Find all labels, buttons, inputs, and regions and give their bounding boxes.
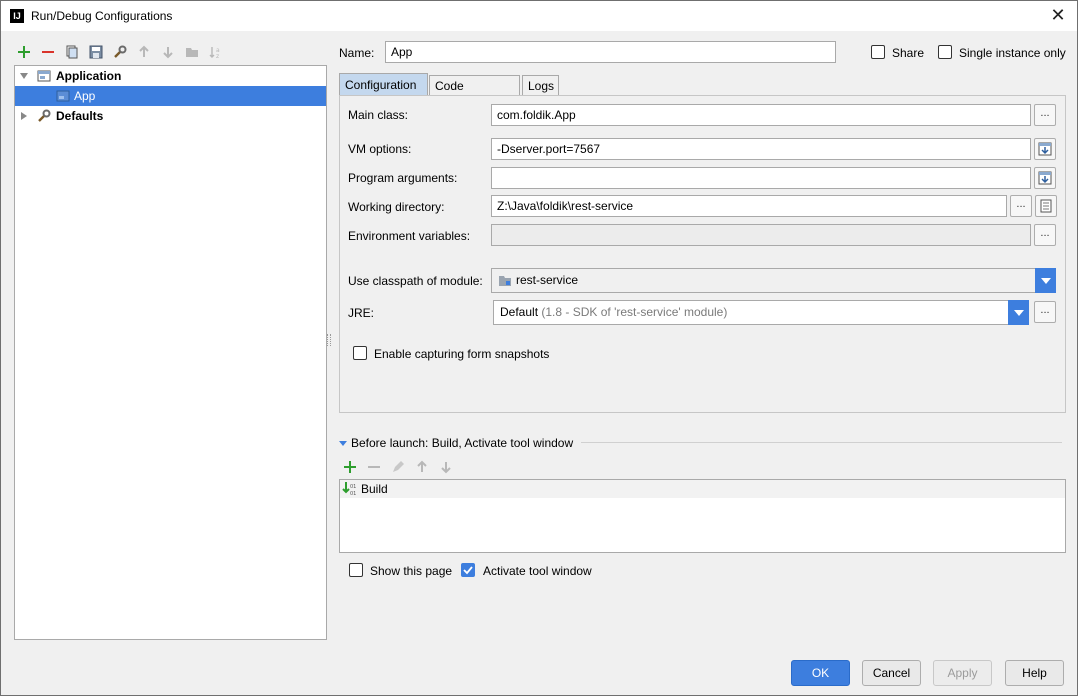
arrow-up-icon	[415, 459, 429, 475]
copy-icon[interactable]	[63, 43, 81, 61]
help-button[interactable]: Help	[1005, 660, 1064, 686]
window-title: Run/Debug Configurations	[31, 9, 173, 23]
env-vars-label: Environment variables:	[348, 229, 471, 243]
divider	[581, 442, 1062, 443]
close-icon[interactable]: ✕	[1047, 4, 1069, 26]
document-icon	[1040, 199, 1052, 213]
apply-button[interactable]: Apply	[933, 660, 992, 686]
wrench-icon	[38, 109, 51, 122]
activate-tool-label: Activate tool window	[483, 564, 592, 578]
list-item-label: Build	[361, 482, 388, 496]
arrow-down-icon	[439, 459, 453, 475]
before-launch-title: Before launch: Build, Activate tool wind…	[351, 436, 574, 450]
expand-icon	[1038, 171, 1052, 185]
tab-configuration[interactable]: Configuration	[339, 73, 428, 95]
jre-label: JRE:	[348, 306, 375, 320]
before-launch-list: 01 01 Build	[339, 479, 1066, 553]
tree-item-label: App	[74, 89, 96, 103]
chevron-down-icon[interactable]	[19, 71, 29, 81]
jre-value: Default	[500, 305, 539, 319]
chevron-down-icon[interactable]	[1035, 268, 1056, 293]
working-dir-input[interactable]: Z:\Java\foldik\rest-service	[491, 195, 1007, 217]
folder-icon	[183, 43, 201, 61]
splitter-grip[interactable]	[327, 334, 331, 346]
browse-main-class-button[interactable]: ...	[1034, 104, 1056, 126]
tree-item-label: Defaults	[56, 109, 104, 123]
build-icon: 0101	[342, 482, 356, 497]
program-args-label: Program arguments:	[348, 171, 458, 185]
cancel-button[interactable]: Cancel	[862, 660, 921, 686]
vm-options-input[interactable]: -Dserver.port=7567	[491, 138, 1031, 160]
title-bar: IJ Run/Debug Configurations ✕	[1, 1, 1077, 31]
intellij-logo-icon: IJ	[10, 9, 24, 23]
main-class-label: Main class:	[348, 108, 409, 122]
arrow-up-icon	[135, 43, 153, 61]
edit-icon	[391, 459, 405, 475]
checkmark-icon	[463, 566, 473, 575]
macros-button[interactable]	[1035, 195, 1057, 217]
collapse-icon	[339, 441, 347, 446]
run-debug-dialog: IJ Run/Debug Configurations ✕ az Applica…	[0, 0, 1078, 696]
tree-item-label: Application	[56, 69, 122, 83]
config-toolbar: az	[15, 43, 225, 61]
wrench-icon[interactable]	[111, 43, 129, 61]
jre-hint: (1.8 - SDK of 'rest-service' module)	[541, 305, 728, 319]
expand-vm-options-button[interactable]	[1034, 138, 1056, 160]
app-config-icon	[56, 90, 70, 102]
expand-icon	[1038, 142, 1052, 156]
remove-icon[interactable]	[39, 43, 57, 61]
tree-item-defaults[interactable]: Defaults	[15, 106, 326, 126]
arrow-down-icon	[159, 43, 177, 61]
module-folder-icon	[499, 276, 511, 286]
snapshots-checkbox[interactable]	[353, 346, 367, 360]
main-class-input[interactable]: com.foldik.App	[491, 104, 1031, 126]
snapshots-label: Enable capturing form snapshots	[374, 347, 550, 361]
configuration-tree: Application App Defaults	[14, 65, 327, 640]
show-page-label: Show this page	[370, 564, 453, 578]
expand-program-args-button[interactable]	[1034, 167, 1056, 189]
svg-text:01: 01	[350, 491, 356, 497]
chevron-down-icon[interactable]	[1008, 300, 1029, 325]
tab-code-coverage[interactable]: Code Coverage	[429, 75, 520, 113]
show-page-checkbox[interactable]	[349, 563, 363, 577]
single-instance-label: Single instance only	[959, 46, 1066, 60]
remove-icon	[367, 459, 381, 475]
jre-select[interactable]: Default (1.8 - SDK of 'rest-service' mod…	[493, 300, 1029, 325]
ok-button[interactable]: OK	[791, 660, 850, 686]
save-icon[interactable]	[87, 43, 105, 61]
classpath-module-select[interactable]: rest-service	[491, 268, 1056, 293]
share-label: Share	[892, 46, 925, 60]
browse-working-dir-button[interactable]: ...	[1010, 195, 1032, 217]
classpath-label: Use classpath of module:	[348, 274, 483, 288]
tree-item-application[interactable]: Application	[15, 66, 326, 86]
env-vars-input[interactable]	[491, 224, 1031, 246]
list-item[interactable]: 01 01 Build	[340, 480, 1065, 498]
tree-item-app[interactable]: App	[15, 86, 326, 106]
add-icon[interactable]	[343, 459, 357, 475]
svg-text:01: 01	[350, 484, 356, 490]
share-checkbox[interactable]	[871, 45, 885, 59]
browse-jre-button[interactable]: ...	[1034, 301, 1056, 323]
working-dir-label: Working directory:	[348, 200, 445, 214]
activate-tool-checkbox[interactable]	[461, 563, 475, 577]
classpath-module-value: rest-service	[516, 273, 579, 287]
name-input[interactable]: App	[385, 41, 836, 63]
program-args-input[interactable]	[491, 167, 1031, 189]
application-icon	[37, 70, 51, 82]
single-instance-checkbox[interactable]	[938, 45, 952, 59]
edit-env-vars-button[interactable]: ...	[1034, 224, 1056, 246]
add-icon[interactable]	[15, 43, 33, 61]
vm-options-label: VM options:	[348, 142, 412, 156]
before-launch-toolbar	[343, 459, 453, 475]
name-label: Name:	[339, 46, 375, 60]
svg-text:z: z	[216, 53, 219, 59]
tab-logs[interactable]: Logs	[522, 75, 559, 95]
chevron-right-icon[interactable]	[19, 111, 29, 121]
sort-icon: az	[207, 43, 225, 61]
